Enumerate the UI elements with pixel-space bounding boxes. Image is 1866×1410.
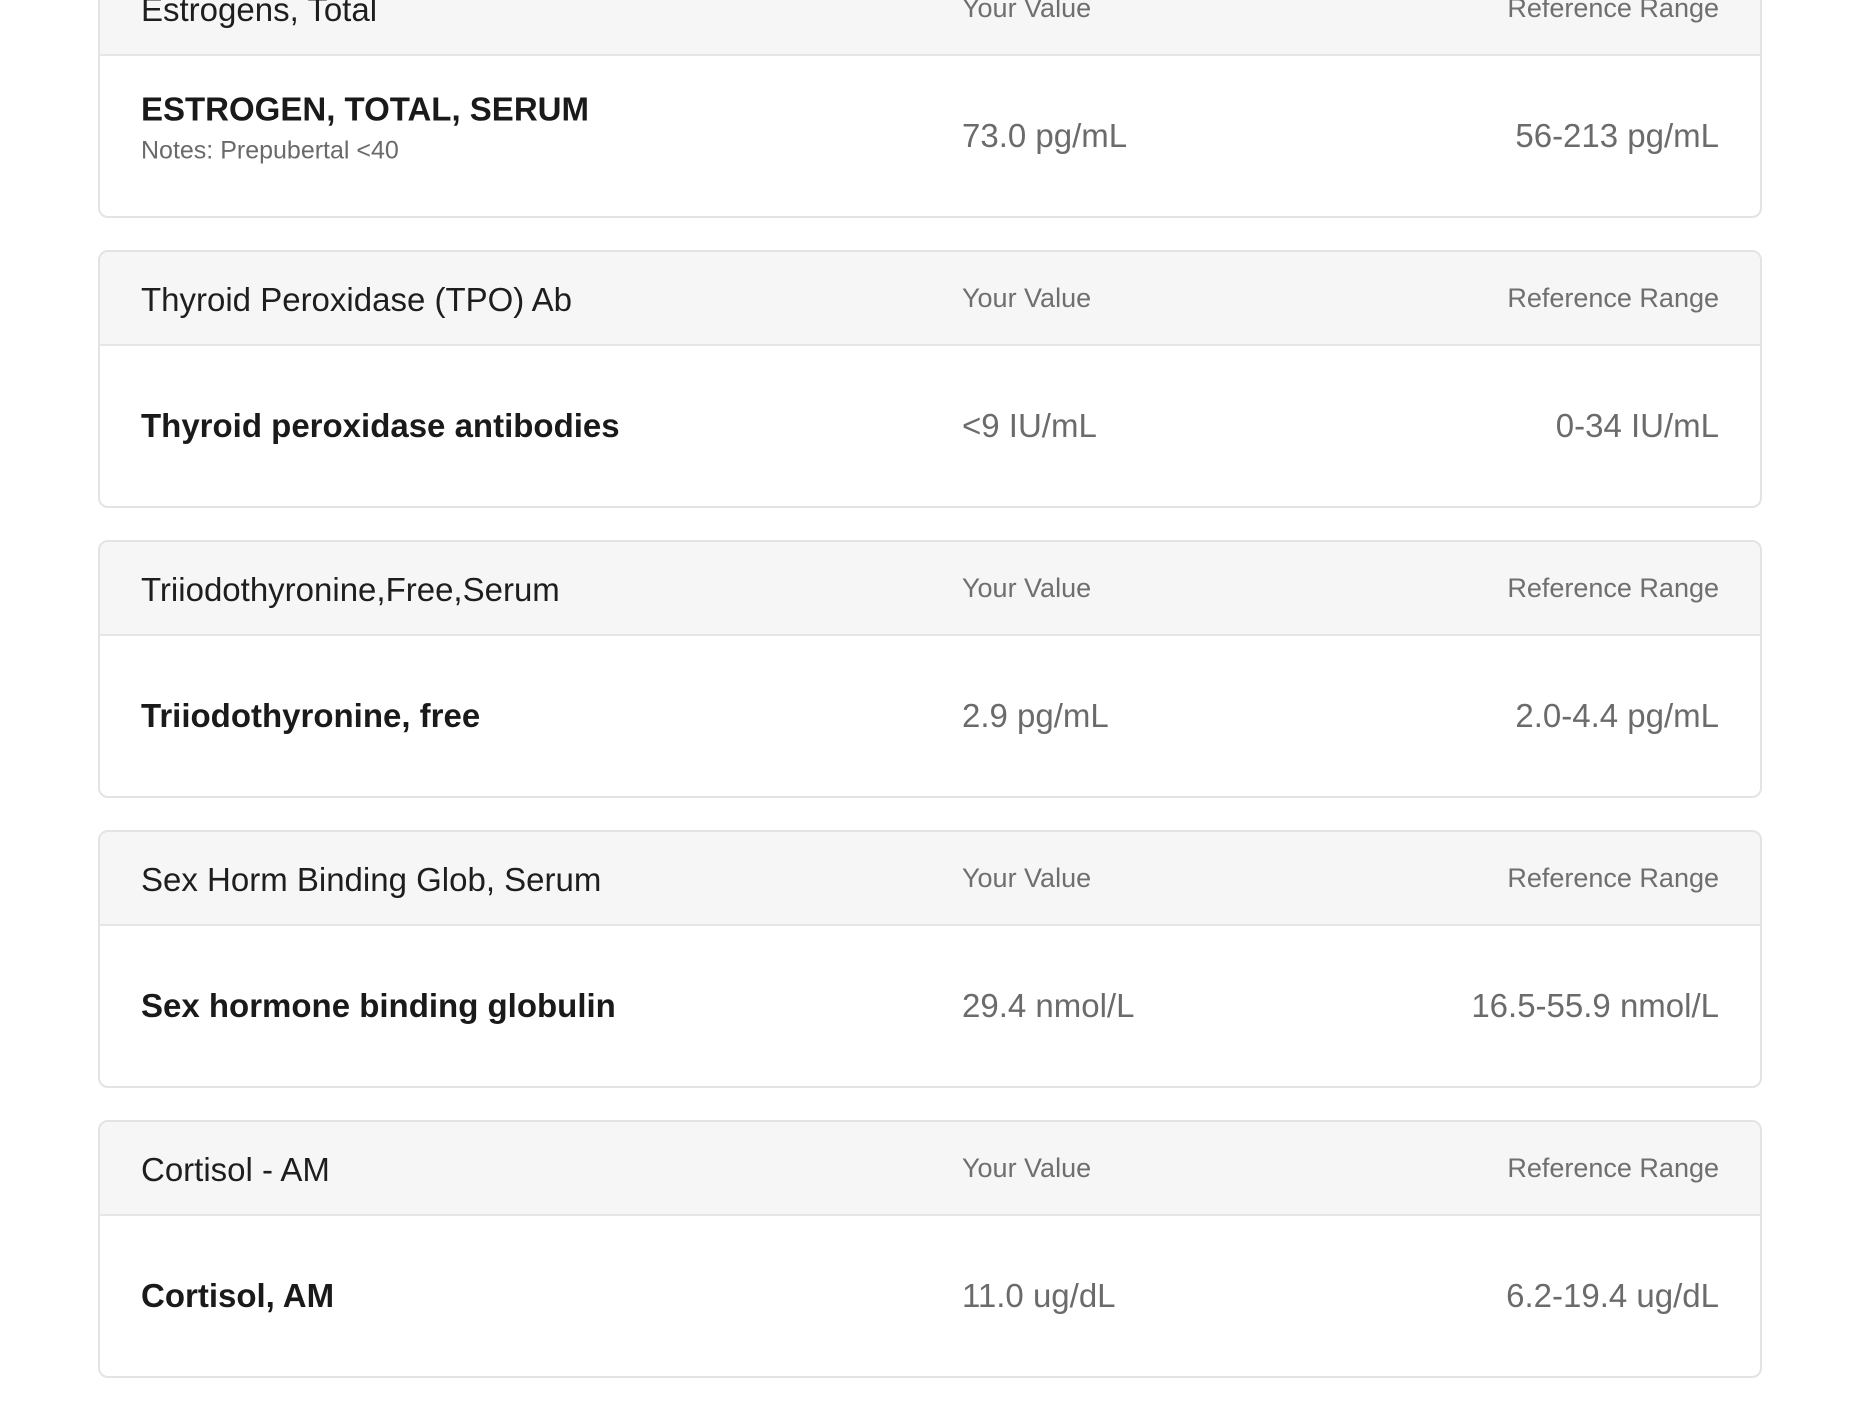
panel-header: Sex Horm Binding Glob, Serum Your Value … — [100, 832, 1760, 926]
your-value-column-label: Your Value — [962, 862, 1092, 893]
reference-range-column-label: Reference Range — [1507, 572, 1719, 603]
reference-range-value: 56-213 pg/mL — [1515, 117, 1719, 154]
result-name: Sex hormone binding globulin — [141, 987, 616, 1024]
panel-title: Triiodothyronine,Free,Serum — [141, 571, 560, 608]
reference-range-value: 2.0-4.4 pg/mL — [1515, 697, 1719, 734]
result-name: Thyroid peroxidase antibodies — [141, 407, 620, 444]
result-note: Notes: Prepubertal <40 — [141, 136, 399, 165]
result-panel-cortisol-am: Cortisol - AM Your Value Reference Range… — [98, 1120, 1762, 1378]
result-row: Triiodothyronine, free 2.9 pg/mL 2.0-4.4… — [100, 636, 1760, 796]
panel-title: Cortisol - AM — [141, 1151, 330, 1188]
result-panel-estrogens-total: Estrogens, Total Your Value Reference Ra… — [98, 0, 1762, 218]
result-value: 29.4 nmol/L — [962, 987, 1135, 1024]
result-name-group: Sex hormone binding globulin — [141, 987, 616, 1025]
result-value: 2.9 pg/mL — [962, 697, 1109, 734]
reference-range-value: 6.2-19.4 ug/dL — [1506, 1277, 1719, 1314]
panel-header: Estrogens, Total Your Value Reference Ra… — [100, 0, 1760, 56]
reference-range-value: 0-34 IU/mL — [1555, 407, 1719, 444]
result-value: 11.0 ug/dL — [962, 1277, 1116, 1314]
reference-range-column-label: Reference Range — [1507, 1152, 1719, 1183]
lab-results-list: Estrogens, Total Your Value Reference Ra… — [98, 0, 1762, 1410]
result-row: Cortisol, AM 11.0 ug/dL 6.2-19.4 ug/dL — [100, 1216, 1760, 1376]
result-name: Cortisol, AM — [141, 1277, 335, 1314]
your-value-column-label: Your Value — [962, 572, 1092, 603]
result-name-group: Triiodothyronine, free — [141, 697, 480, 735]
panel-header: Thyroid Peroxidase (TPO) Ab Your Value R… — [100, 252, 1760, 346]
your-value-column-label: Your Value — [962, 1152, 1092, 1183]
reference-range-value: 16.5-55.9 nmol/L — [1471, 987, 1719, 1024]
result-name: ESTROGEN, TOTAL, SERUM — [141, 90, 589, 128]
result-name: Triiodothyronine, free — [141, 697, 481, 734]
result-name-group: ESTROGEN, TOTAL, SERUM Notes: Prepuberta… — [141, 91, 589, 166]
panel-header: Cortisol - AM Your Value Reference Range — [100, 1122, 1760, 1216]
panel-title: Sex Horm Binding Glob, Serum — [141, 861, 602, 898]
result-value: 73.0 pg/mL — [962, 117, 1128, 154]
your-value-column-label: Your Value — [962, 0, 1092, 23]
result-panel-shbg: Sex Horm Binding Glob, Serum Your Value … — [98, 830, 1762, 1088]
reference-range-column-label: Reference Range — [1507, 862, 1719, 893]
your-value-column-label: Your Value — [962, 282, 1092, 313]
result-row: Sex hormone binding globulin 29.4 nmol/L… — [100, 926, 1760, 1086]
result-name-group: Cortisol, AM — [141, 1277, 334, 1315]
result-panel-tpo-ab: Thyroid Peroxidase (TPO) Ab Your Value R… — [98, 250, 1762, 508]
result-row: ESTROGEN, TOTAL, SERUM Notes: Prepuberta… — [100, 56, 1760, 216]
panel-title: Estrogens, Total — [141, 0, 378, 28]
result-panel-free-t3: Triiodothyronine,Free,Serum Your Value R… — [98, 540, 1762, 798]
result-row: Thyroid peroxidase antibodies <9 IU/mL 0… — [100, 346, 1760, 506]
reference-range-column-label: Reference Range — [1507, 282, 1719, 313]
panel-title: Thyroid Peroxidase (TPO) Ab — [141, 281, 572, 318]
result-value: <9 IU/mL — [962, 407, 1097, 444]
result-name-group: Thyroid peroxidase antibodies — [141, 407, 620, 445]
reference-range-column-label: Reference Range — [1507, 0, 1719, 23]
panel-header: Triiodothyronine,Free,Serum Your Value R… — [100, 542, 1760, 636]
